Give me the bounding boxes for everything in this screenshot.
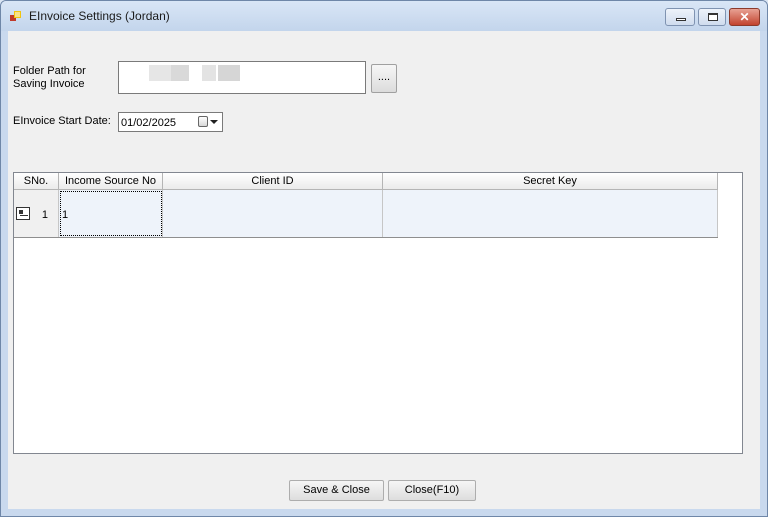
redacted-path-block xyxy=(218,65,240,81)
maximize-button[interactable] xyxy=(698,8,726,26)
row-sno-cell[interactable]: 1 xyxy=(14,190,59,237)
chevron-down-icon[interactable] xyxy=(210,120,218,124)
row-sno-value: 1 xyxy=(41,209,48,221)
maximize-icon xyxy=(708,13,718,21)
column-header-income-source-no[interactable]: Income Source No xyxy=(59,173,163,190)
calendar-icon[interactable] xyxy=(198,116,208,127)
column-header-secret-key[interactable]: Secret Key xyxy=(383,173,718,190)
start-date-label: EInvoice Start Date: xyxy=(13,115,111,127)
income-sources-grid[interactable]: SNo. Income Source No Client ID Secret K… xyxy=(13,172,743,454)
close-icon: ✕ xyxy=(739,10,750,24)
window-title: EInvoice Settings (Jordan) xyxy=(29,9,170,23)
redacted-path-block xyxy=(171,65,189,81)
income-source-no-cell[interactable]: 1 xyxy=(59,190,163,237)
start-date-value: 01/02/2025 xyxy=(121,117,177,129)
save-and-close-button[interactable]: Save & Close xyxy=(289,480,384,501)
redacted-path-block xyxy=(149,65,171,81)
title-bar[interactable]: EInvoice Settings (Jordan) ✕ xyxy=(1,1,767,31)
grid-content: SNo. Income Source No Client ID Secret K… xyxy=(14,173,718,238)
client-id-cell[interactable] xyxy=(163,190,383,237)
einvoice-settings-window: EInvoice Settings (Jordan) ✕ Folder Path… xyxy=(0,0,768,517)
start-date-picker[interactable]: 01/02/2025 xyxy=(118,112,223,132)
folder-path-label: Folder Path for Saving Invoice xyxy=(13,65,86,90)
edit-row-icon xyxy=(16,207,30,220)
app-window-icon xyxy=(10,11,21,21)
column-header-client-id[interactable]: Client ID xyxy=(163,173,383,190)
redacted-path-block xyxy=(202,65,216,81)
secret-key-cell[interactable] xyxy=(383,190,718,237)
browse-folder-button[interactable]: .... xyxy=(371,64,397,93)
close-window-button[interactable]: ✕ xyxy=(729,8,760,26)
close-button[interactable]: Close(F10) xyxy=(388,480,476,501)
settings-form: Folder Path for Saving Invoice .... EInv… xyxy=(8,31,760,509)
column-header-sno[interactable]: SNo. xyxy=(14,173,59,190)
income-source-no-value: 1 xyxy=(62,209,69,221)
minimize-button[interactable] xyxy=(665,8,695,26)
minimize-icon xyxy=(676,18,686,21)
folder-path-input[interactable] xyxy=(118,61,366,94)
